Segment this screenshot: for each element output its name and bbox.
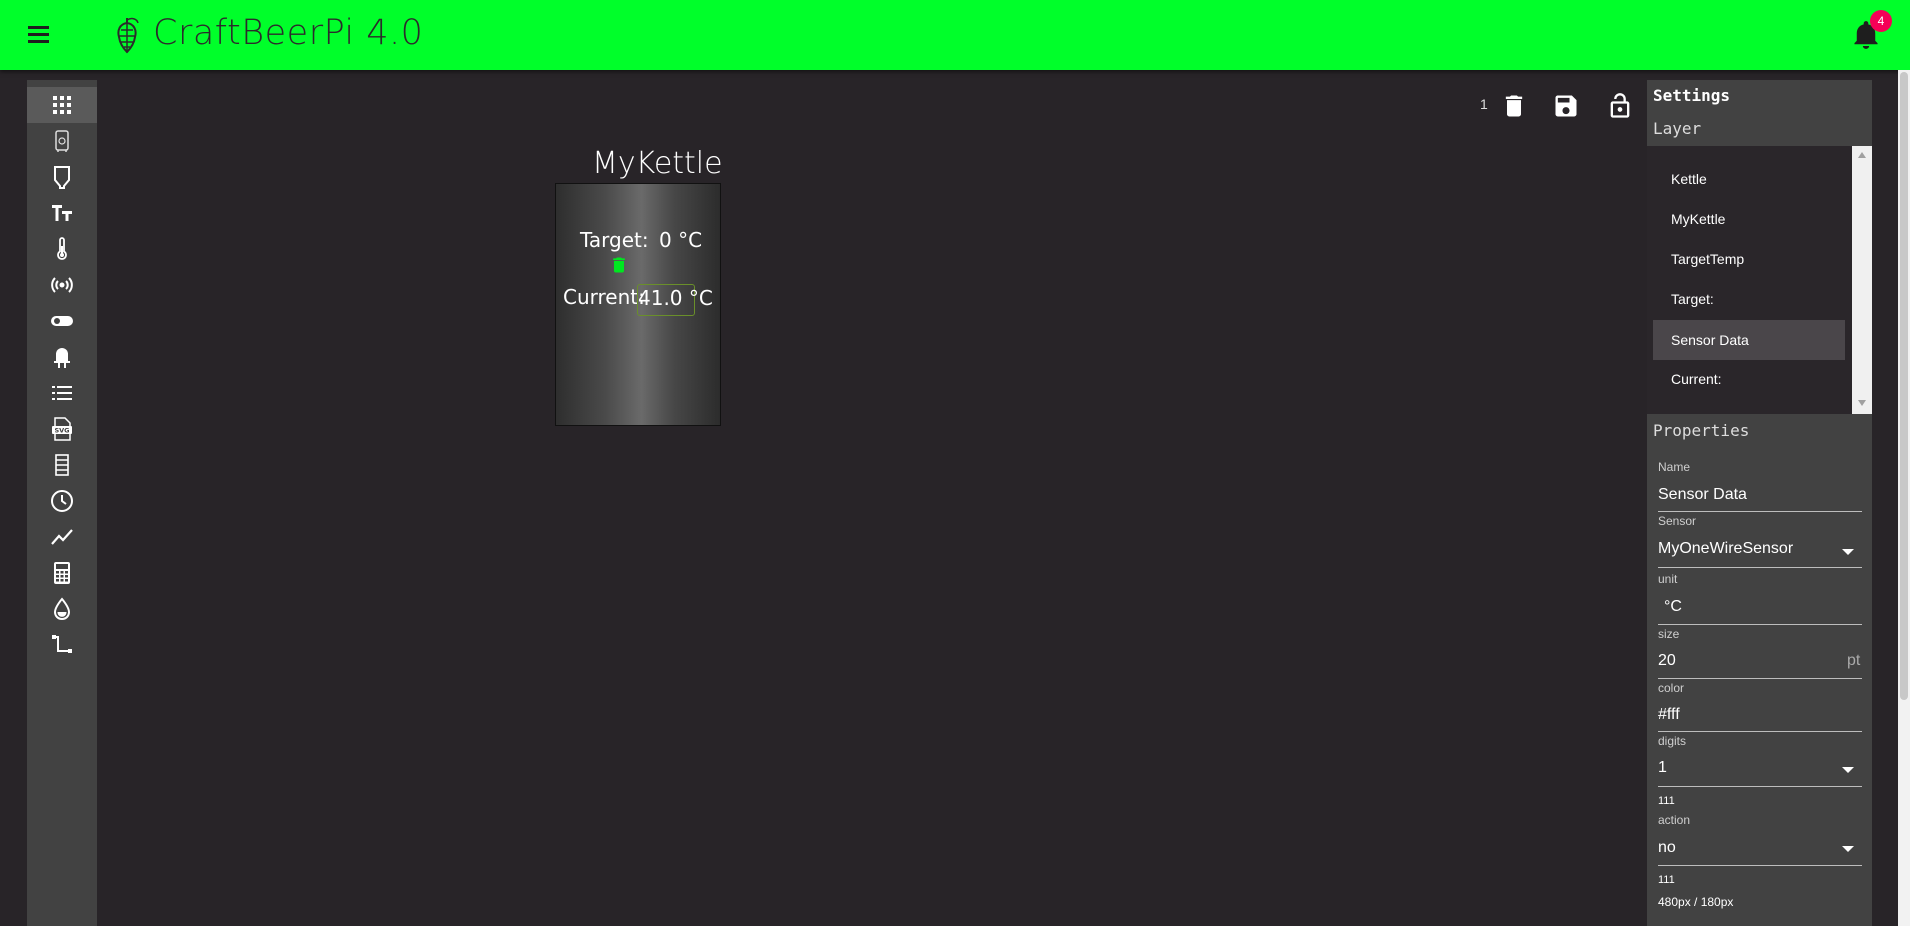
led-tool[interactable] bbox=[27, 339, 97, 375]
svg-file-icon: SVG bbox=[52, 417, 72, 441]
layer-item[interactable]: Target: bbox=[1653, 279, 1845, 319]
layer-title: Layer bbox=[1653, 119, 1702, 138]
delete-icon[interactable] bbox=[1500, 92, 1528, 120]
layer-scrollbar[interactable] bbox=[1852, 146, 1872, 414]
save-icon[interactable] bbox=[1552, 92, 1580, 120]
action-helper-text: 111 bbox=[1658, 874, 1675, 886]
toggle-tool[interactable] bbox=[27, 303, 97, 339]
sensor-dropdown-icon[interactable] bbox=[1842, 549, 1854, 555]
thermometer-icon bbox=[57, 237, 67, 260]
layer-item[interactable]: TargetTemp bbox=[1653, 239, 1845, 279]
kettle-name-label[interactable]: MyKettle bbox=[592, 146, 723, 181]
chart-icon bbox=[51, 529, 73, 545]
path-tool[interactable] bbox=[27, 627, 97, 663]
sensor-select-underline bbox=[1658, 567, 1862, 568]
target-temp-value[interactable]: 0 °C bbox=[659, 228, 702, 252]
chart-tool[interactable] bbox=[27, 519, 97, 555]
notification-badge: 4 bbox=[1870, 10, 1892, 32]
name-field-underline bbox=[1658, 511, 1862, 512]
sensor-field-label: Sensor bbox=[1658, 514, 1697, 528]
action-select[interactable]: no bbox=[1658, 839, 1676, 857]
kettle-icon bbox=[55, 130, 69, 152]
calculator-icon bbox=[54, 562, 70, 584]
app-title: CraftBeerPi 4.0 bbox=[153, 13, 424, 53]
list-tool[interactable] bbox=[27, 375, 97, 411]
color-field[interactable]: #fff bbox=[1658, 706, 1680, 724]
hop-logo-icon bbox=[117, 17, 139, 54]
target-label[interactable]: Target: bbox=[580, 228, 649, 252]
svg-text:SVG: SVG bbox=[54, 427, 69, 435]
grid-icon bbox=[53, 96, 71, 114]
current-label[interactable]: Current: bbox=[563, 285, 645, 309]
grid-tool[interactable] bbox=[27, 87, 97, 123]
app-bar: CraftBeerPi 4.0 4 bbox=[0, 0, 1910, 70]
delete-widget-icon[interactable] bbox=[609, 254, 629, 276]
size-field-underline bbox=[1658, 678, 1862, 679]
kettle-tool[interactable] bbox=[27, 123, 97, 159]
unit-field-underline bbox=[1658, 624, 1862, 625]
size-field-label: size bbox=[1658, 627, 1680, 641]
size-field[interactable]: 20 bbox=[1658, 652, 1676, 670]
scroll-down-icon[interactable] bbox=[1858, 400, 1866, 406]
clock-tool[interactable] bbox=[27, 483, 97, 519]
sensor-select[interactable]: MyOneWireSensor bbox=[1658, 540, 1793, 558]
thermometer-tool[interactable] bbox=[27, 231, 97, 267]
digits-dropdown-icon[interactable] bbox=[1842, 767, 1854, 773]
text-tool[interactable] bbox=[27, 195, 97, 231]
toggle-icon bbox=[51, 316, 73, 326]
widget-sidebar: SVG bbox=[27, 80, 97, 926]
menu-icon[interactable] bbox=[26, 24, 52, 46]
digits-select-underline bbox=[1658, 786, 1862, 787]
text-icon bbox=[52, 205, 72, 221]
settings-title: Settings bbox=[1653, 86, 1731, 105]
table-icon bbox=[55, 454, 69, 476]
layer-item[interactable]: MyKettle bbox=[1653, 199, 1845, 239]
name-field[interactable]: Sensor Data bbox=[1658, 486, 1747, 504]
path-icon bbox=[52, 635, 72, 653]
color-field-underline bbox=[1658, 731, 1862, 732]
fermenter-tool[interactable] bbox=[27, 159, 97, 195]
led-icon bbox=[54, 348, 70, 368]
table-tool[interactable] bbox=[27, 447, 97, 483]
fermenter-icon bbox=[54, 166, 70, 189]
unit-field[interactable]: °C bbox=[1664, 598, 1682, 616]
broadcast-tool[interactable] bbox=[27, 267, 97, 303]
lock-open-icon[interactable] bbox=[1606, 92, 1634, 120]
digits-field-label: digits bbox=[1658, 734, 1687, 748]
clock-icon bbox=[51, 490, 73, 512]
color-field-label: color bbox=[1658, 681, 1685, 695]
digits-helper-text: 111 bbox=[1658, 795, 1675, 807]
layer-item-selected[interactable]: Sensor Data bbox=[1653, 320, 1845, 360]
dashboard-number: 1 bbox=[1480, 96, 1488, 112]
svg-tool[interactable]: SVG bbox=[27, 411, 97, 447]
action-field-label: action bbox=[1658, 813, 1691, 827]
name-field-label: Name bbox=[1658, 460, 1691, 474]
properties-title: Properties bbox=[1653, 421, 1750, 440]
widget-dimensions: 480px / 180px bbox=[1658, 895, 1734, 909]
size-unit-suffix: pt bbox=[1847, 652, 1861, 669]
list-icon bbox=[52, 386, 72, 400]
scroll-up-icon[interactable] bbox=[1858, 152, 1866, 158]
broadcast-icon bbox=[51, 277, 73, 293]
action-dropdown-icon[interactable] bbox=[1842, 846, 1854, 852]
digits-select[interactable]: 1 bbox=[1658, 759, 1667, 777]
calculator-tool[interactable] bbox=[27, 555, 97, 591]
sensor-data-value[interactable]: 41.0 °C bbox=[638, 286, 713, 310]
drop-tool[interactable] bbox=[27, 591, 97, 627]
unit-field-label: unit bbox=[1658, 572, 1678, 586]
drop-icon bbox=[53, 597, 71, 621]
layer-item[interactable]: Kettle bbox=[1653, 159, 1845, 199]
layer-item[interactable]: Current: bbox=[1653, 359, 1845, 399]
action-select-underline bbox=[1658, 865, 1862, 866]
page-scrollbar-thumb[interactable] bbox=[1900, 72, 1908, 700]
